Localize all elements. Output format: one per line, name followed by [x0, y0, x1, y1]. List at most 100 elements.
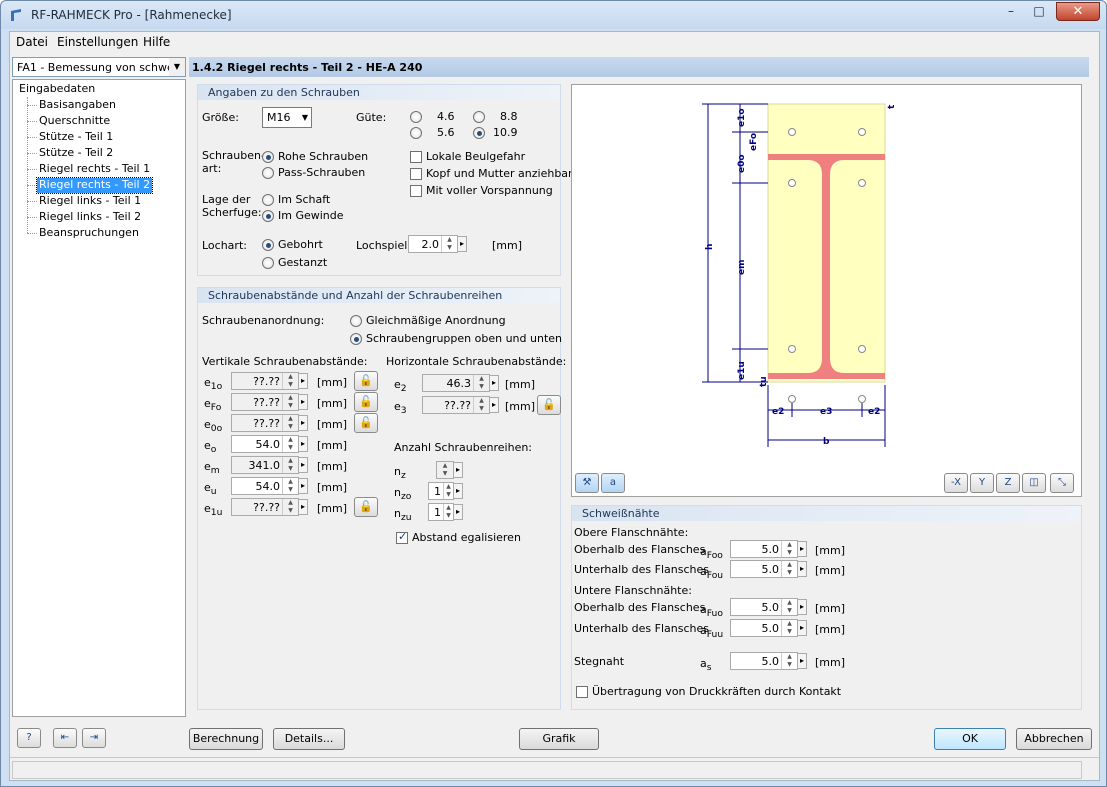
menu-datei[interactable]: Datei	[16, 35, 48, 49]
spin-icon[interactable]: ▲ ▼	[282, 457, 298, 473]
reset-view-icon[interactable]: ⤡	[1050, 473, 1074, 493]
arrow-right-icon[interactable]: ▸	[453, 483, 463, 499]
arrow-right-icon[interactable]: ▸	[797, 561, 807, 577]
equalize-checkbox[interactable]	[396, 530, 408, 544]
arrow-right-icon[interactable]: ▸	[489, 375, 499, 391]
spin-icon[interactable]: ▲ ▼	[282, 415, 298, 431]
menu-einstellungen[interactable]: Einstellungen	[57, 35, 138, 49]
arrow-right-icon[interactable]: ▸	[298, 457, 308, 473]
tree-item-riegel-rechts-1[interactable]: Riegel rechts - Teil 1	[37, 162, 152, 177]
head-nut-checkbox[interactable]	[410, 168, 422, 180]
lock-icon[interactable]: 🔓	[354, 392, 378, 412]
hole-punched-radio[interactable]	[262, 257, 274, 269]
arrow-right-icon[interactable]: ▸	[453, 462, 463, 478]
e1o-input[interactable]: ??.?? ▲ ▼ ▸	[231, 372, 308, 390]
weld-fou-input[interactable]: 5.0 ▲ ▼ ▸	[730, 560, 807, 578]
lock-icon[interactable]: 🔓	[537, 395, 561, 415]
preload-checkbox[interactable]	[410, 185, 422, 197]
spin-icon[interactable]: ▲ ▼	[282, 394, 298, 410]
bolt-size-select[interactable]: M16 ▼	[262, 107, 312, 128]
maximize-button[interactable]: □	[1026, 2, 1052, 20]
arrow-right-icon[interactable]: ▸	[298, 478, 308, 494]
e1u-input[interactable]: ??.?? ▲ ▼ ▸	[231, 498, 308, 516]
spin-icon[interactable]: ▲ ▼	[282, 499, 298, 515]
grade-8-8-radio[interactable]	[473, 111, 485, 123]
arrow-right-icon[interactable]: ▸	[457, 236, 467, 252]
arrow-right-icon[interactable]: ▸	[298, 373, 308, 389]
view-z-icon[interactable]: Z	[996, 473, 1020, 493]
view-x-icon[interactable]: -X	[944, 473, 968, 493]
uniform-arrangement-radio[interactable]	[350, 315, 362, 327]
nzo-input[interactable]: 1 ▲ ▼ ▸	[428, 482, 463, 500]
lock-icon[interactable]: 🔓	[354, 497, 378, 517]
close-button[interactable]: ✕	[1056, 2, 1100, 21]
tree-item-riegel-rechts-2[interactable]: Riegel rechts - Teil 2	[35, 177, 154, 194]
arrow-right-icon[interactable]: ▸	[797, 599, 807, 615]
arrow-right-icon[interactable]: ▸	[298, 394, 308, 410]
menu-hilfe[interactable]: Hilfe	[143, 35, 170, 49]
spin-icon[interactable]: ▲ ▼	[282, 436, 298, 452]
view-iso-icon[interactable]: ◫	[1022, 473, 1046, 493]
contact-checkbox[interactable]	[576, 686, 588, 698]
arrow-right-icon[interactable]: ▸	[298, 499, 308, 515]
spin-icon[interactable]: ▲ ▼	[781, 620, 797, 636]
export-icon[interactable]: ⇥	[82, 728, 106, 748]
raw-bolts-radio[interactable]	[262, 151, 274, 163]
eu-input[interactable]: 54.0 ▲ ▼ ▸	[231, 477, 308, 495]
spin-icon[interactable]: ▲ ▼	[282, 373, 298, 389]
lock-icon[interactable]: 🔓	[354, 371, 378, 391]
load-case-select[interactable]: FA1 - Bemessung von schwerer ▼	[12, 57, 186, 77]
grade-5-6-radio[interactable]	[410, 127, 422, 139]
view-y-icon[interactable]: Y	[970, 473, 994, 493]
tree-item-riegel-links-1[interactable]: Riegel links - Teil 1	[37, 194, 143, 209]
graphic-button[interactable]: Grafik	[519, 728, 599, 750]
spin-icon[interactable]: ▲ ▼	[441, 236, 457, 252]
arrow-right-icon[interactable]: ▸	[298, 436, 308, 452]
view-bolts-icon[interactable]: ⚒	[575, 473, 599, 493]
e3-input[interactable]: ??.?? ▲ ▼ ▸	[422, 396, 499, 414]
clearance-input[interactable]: 2.0 ▲ ▼ ▸	[408, 235, 467, 253]
lock-icon[interactable]: 🔓	[354, 413, 378, 433]
tree-item-basisangaben[interactable]: Basisangaben	[37, 98, 118, 113]
tree-item-stuetze-2[interactable]: Stütze - Teil 2	[37, 146, 115, 161]
arrow-right-icon[interactable]: ▸	[453, 504, 463, 520]
ok-button[interactable]: OK	[934, 728, 1006, 750]
spin-icon[interactable]: ▲ ▼	[781, 541, 797, 557]
weld-fuo-input[interactable]: 5.0 ▲ ▼ ▸	[730, 598, 807, 616]
import-icon[interactable]: ⇤	[53, 728, 77, 748]
tree-root[interactable]: Eingabedaten	[19, 82, 95, 95]
help-icon[interactable]: ?	[17, 728, 41, 748]
tree-item-querschnitte[interactable]: Querschnitte	[37, 114, 112, 129]
arrow-right-icon[interactable]: ▸	[797, 653, 807, 669]
eFo-input[interactable]: ??.?? ▲ ▼ ▸	[231, 393, 308, 411]
spin-icon[interactable]: ▲ ▼	[443, 483, 453, 499]
web-weld-input[interactable]: 5.0 ▲ ▼ ▸	[730, 652, 807, 670]
cancel-button[interactable]: Abbrechen	[1016, 728, 1092, 750]
eo-input[interactable]: 54.0 ▲ ▼ ▸	[231, 435, 308, 453]
fit-bolts-radio[interactable]	[262, 167, 274, 179]
em-input[interactable]: 341.0 ▲ ▼ ▸	[231, 456, 308, 474]
spin-icon[interactable]: ▲ ▼	[443, 504, 453, 520]
weld-fuu-input[interactable]: 5.0 ▲ ▼ ▸	[730, 619, 807, 637]
tree-item-stuetze-1[interactable]: Stütze - Teil 1	[37, 130, 115, 145]
chevron-down-icon[interactable]: ▼	[169, 58, 185, 76]
arrow-right-icon[interactable]: ▸	[298, 415, 308, 431]
e0o-input[interactable]: ??.?? ▲ ▼ ▸	[231, 414, 308, 432]
nzu-input[interactable]: 1 ▲ ▼ ▸	[428, 503, 463, 521]
spin-icon[interactable]: ▲ ▼	[437, 462, 453, 478]
grade-4-6-radio[interactable]	[410, 111, 422, 123]
view-welds-icon[interactable]: a	[601, 473, 625, 493]
arrow-right-icon[interactable]: ▸	[797, 620, 807, 636]
shear-thread-radio[interactable]	[262, 210, 274, 222]
local-buckling-checkbox[interactable]	[410, 151, 422, 163]
hole-drilled-radio[interactable]	[262, 239, 274, 251]
spin-icon[interactable]: ▲ ▼	[473, 375, 489, 391]
tree-item-riegel-links-2[interactable]: Riegel links - Teil 2	[37, 210, 143, 225]
minimize-button[interactable]: –	[998, 2, 1024, 20]
spin-icon[interactable]: ▲ ▼	[781, 599, 797, 615]
spin-icon[interactable]: ▲ ▼	[282, 478, 298, 494]
calculation-button[interactable]: Berechnung	[189, 728, 263, 750]
shear-shaft-radio[interactable]	[262, 194, 274, 206]
spin-icon[interactable]: ▲ ▼	[473, 397, 489, 413]
arrow-right-icon[interactable]: ▸	[797, 541, 807, 557]
